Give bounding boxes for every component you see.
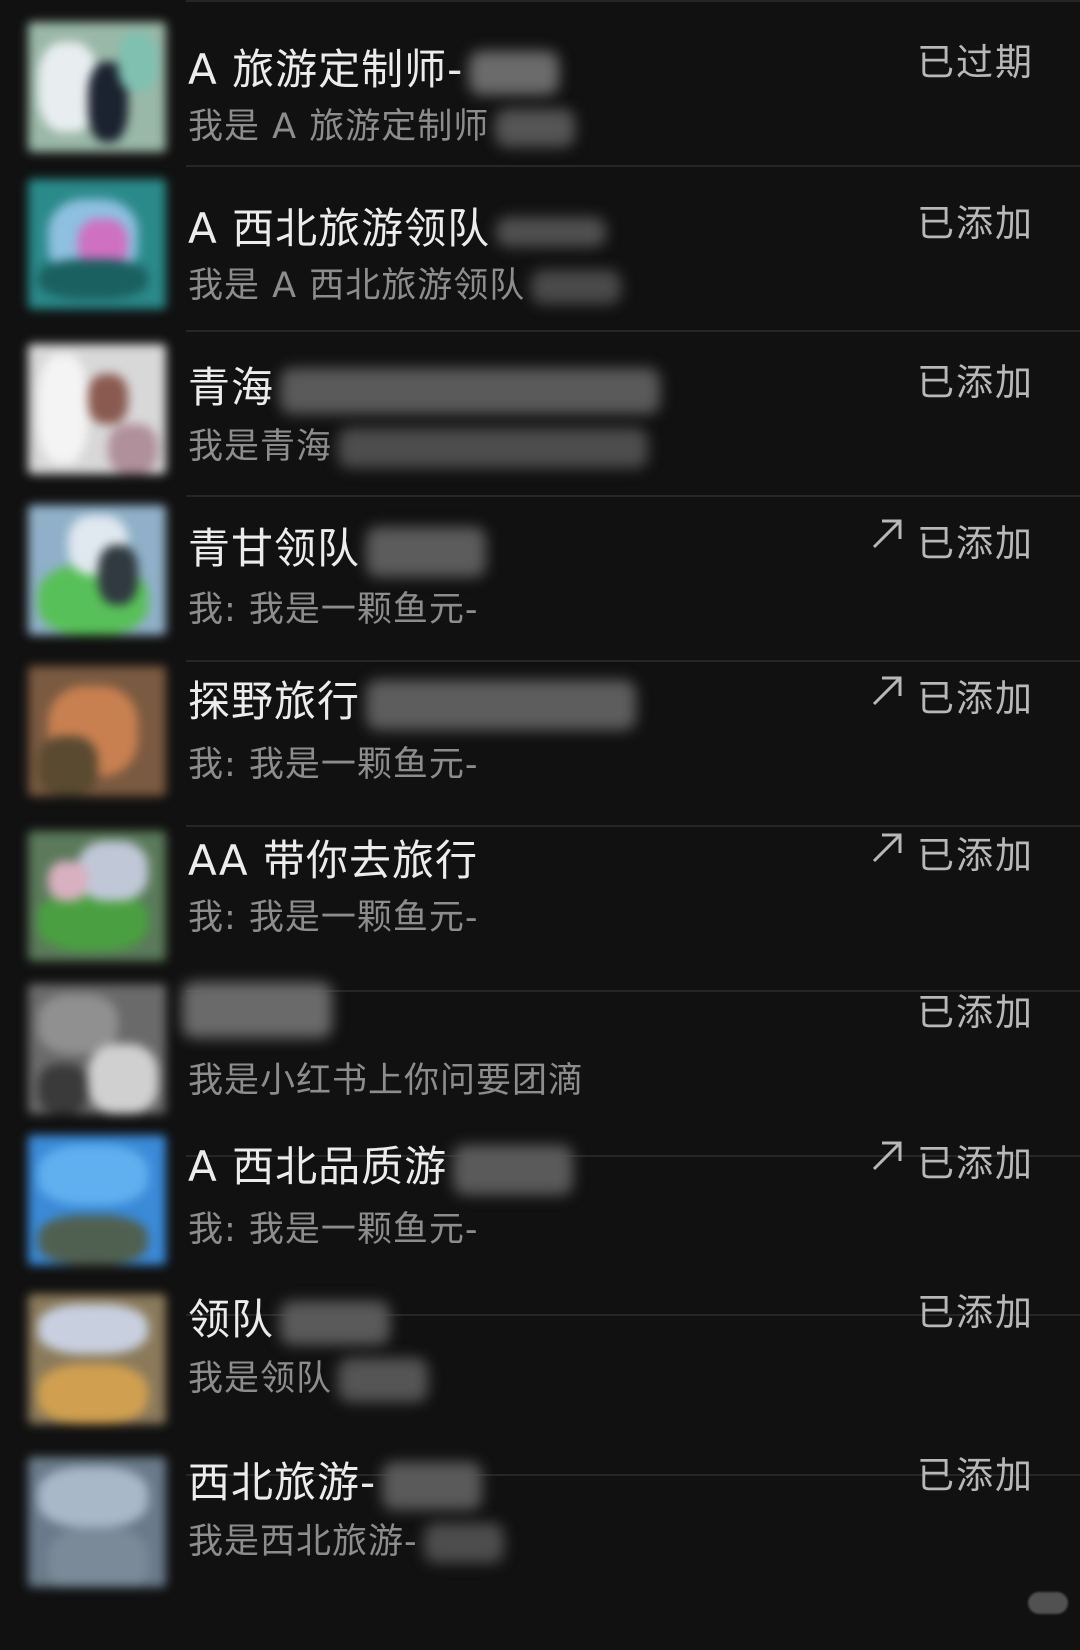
contact-name: 领队 — [188, 1286, 391, 1347]
contact-message: 我是 A 旅游定制师 — [188, 98, 576, 149]
contact-message: 我是 A 西北旅游领队 — [188, 257, 622, 308]
status-label: 已添加 — [917, 991, 1034, 1034]
list-item[interactable]: 探野旅行 我: 我是一颗鱼元- 已添加 — [0, 660, 1080, 825]
list-item[interactable]: 西北旅游- 我是西北旅游- 已添加 — [0, 1454, 1080, 1650]
status-label: 已添加 — [917, 1454, 1034, 1497]
arrow-up-right-icon — [872, 1141, 902, 1171]
watermark-logo — [1028, 1592, 1068, 1614]
divider — [186, 330, 1080, 332]
arrow-up-right-icon — [872, 833, 902, 863]
list-item[interactable]: A 旅游定制师- 我是 A 旅游定制师 已过期 — [0, 0, 1080, 165]
contact-message: 我是领队 — [188, 1350, 429, 1402]
contact-name: 西北旅游- — [188, 1449, 483, 1510]
contact-name: A 旅游定制师- — [188, 36, 560, 97]
avatar — [28, 1294, 166, 1424]
avatar — [28, 344, 166, 474]
contact-message: 我是小红书上你问要团滴 — [188, 1061, 585, 1101]
divider — [186, 165, 1080, 167]
contact-message: 我: 我是一颗鱼元- — [188, 590, 479, 630]
friend-request-list: A 旅游定制师- 我是 A 旅游定制师 已过期 A 西北旅游领队 我是 A 西北… — [0, 0, 1080, 1618]
status-label: 已添加 — [917, 1142, 1034, 1185]
status-label: 已添加 — [917, 834, 1034, 877]
contact-name: AA 带你去旅行 — [188, 836, 478, 885]
contact-message: 我: 我是一颗鱼元- — [188, 745, 479, 785]
contact-name: 青甘领队 — [188, 515, 487, 577]
contact-message: 我: 我是一颗鱼元- — [188, 898, 479, 938]
divider — [186, 660, 1080, 662]
status-label: 已添加 — [917, 1291, 1034, 1334]
contact-name: A 西北品质游 — [188, 1133, 574, 1195]
status-label: 已添加 — [917, 361, 1034, 404]
list-item[interactable]: AA 带你去旅行 我: 我是一颗鱼元- 已添加 — [0, 825, 1080, 990]
contact-name — [182, 982, 332, 1038]
list-item[interactable]: 青甘领队 我: 我是一颗鱼元- 已添加 — [0, 495, 1080, 660]
avatar — [28, 22, 166, 152]
status-label: 已添加 — [917, 522, 1034, 565]
list-item[interactable]: A 西北旅游领队 我是 A 西北旅游领队 已添加 — [0, 165, 1080, 330]
status-label: 已过期 — [917, 41, 1034, 84]
avatar — [28, 984, 166, 1114]
contact-name: A 西北旅游领队 — [188, 195, 607, 256]
contact-name: 探野旅行 — [188, 668, 637, 730]
avatar — [28, 666, 166, 796]
status-label: 已添加 — [917, 202, 1034, 245]
arrow-up-right-icon — [872, 519, 902, 549]
avatar — [28, 505, 166, 635]
contact-message: 我是青海 — [188, 418, 649, 469]
avatar — [28, 831, 166, 961]
list-item[interactable]: 我是小红书上你问要团滴 已添加 — [0, 982, 1080, 1155]
avatar — [28, 179, 166, 309]
divider — [186, 495, 1080, 497]
contact-message: 我是西北旅游- — [188, 1513, 504, 1564]
status-label: 已添加 — [917, 677, 1034, 720]
arrow-up-right-icon — [872, 676, 902, 706]
avatar — [28, 1457, 166, 1587]
contact-name: 青海 — [188, 354, 661, 415]
divider — [186, 0, 1080, 2]
avatar — [28, 1135, 166, 1265]
contact-message: 我: 我是一颗鱼元- — [188, 1210, 479, 1250]
list-item[interactable]: 青海 我是青海 已添加 — [0, 330, 1080, 495]
